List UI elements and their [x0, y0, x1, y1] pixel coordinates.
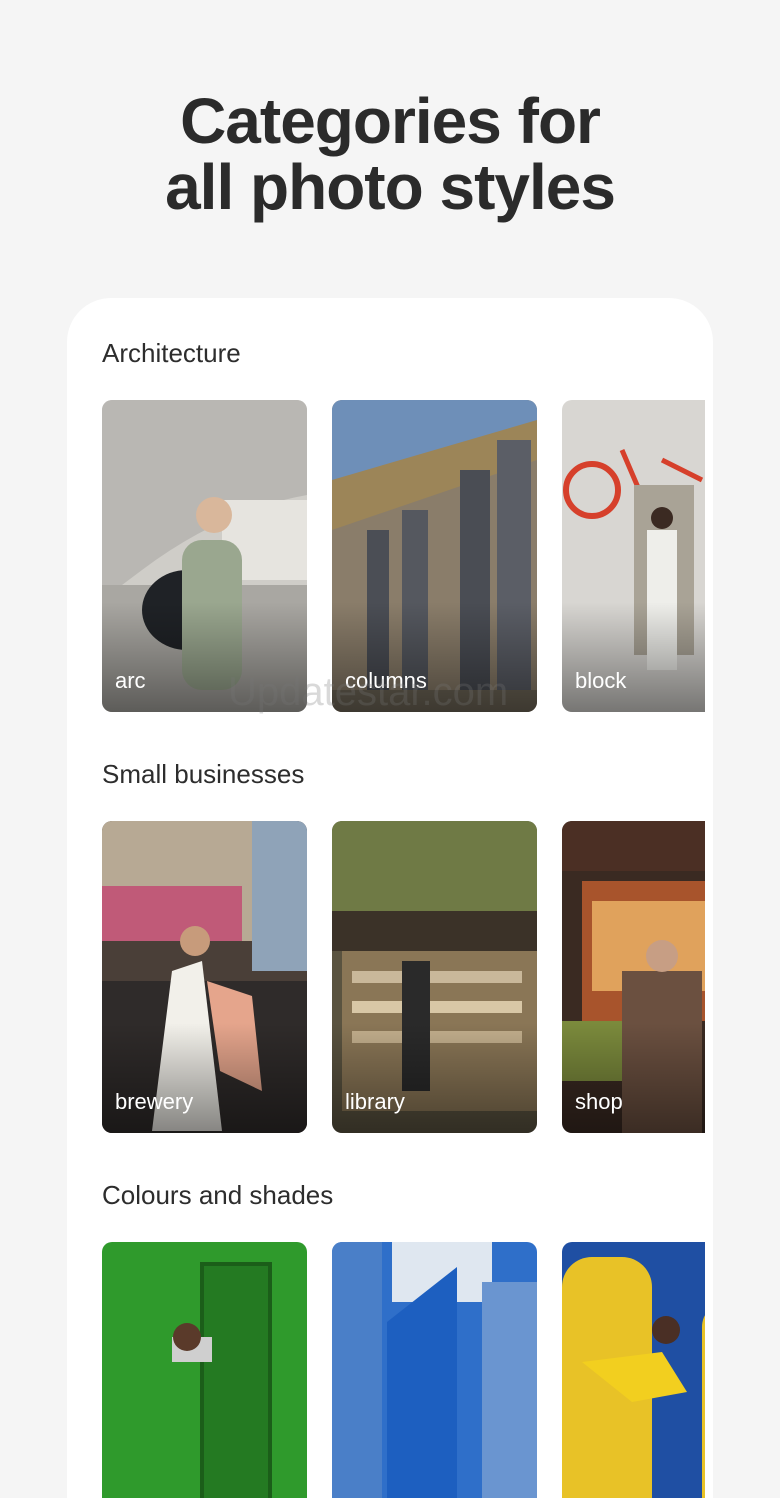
card-label-block: block: [575, 668, 627, 693]
page-headline: Categories for all photo styles: [0, 88, 780, 220]
headline-line-1: Categories for: [180, 85, 601, 157]
category-card-library[interactable]: library: [332, 821, 537, 1133]
category-card-columns[interactable]: columns: [332, 400, 537, 712]
category-card-arc[interactable]: arc: [102, 400, 307, 712]
card-shade: [562, 1023, 705, 1133]
carousel-architecture[interactable]: arc columns block: [102, 400, 705, 712]
carousel-colours-and-shades[interactable]: [102, 1242, 705, 1498]
carousel-small-businesses[interactable]: brewery library shop: [102, 821, 705, 1133]
category-card-colours-1[interactable]: [102, 1242, 307, 1498]
section-title-small-businesses: Small businesses: [102, 759, 305, 789]
card-shade: [332, 602, 537, 712]
photo-green-wall: [102, 1242, 307, 1498]
card-label-brewery: brewery: [115, 1089, 194, 1114]
section-title-colours-and-shades: Colours and shades: [102, 1180, 334, 1210]
category-card-colours-3[interactable]: [562, 1242, 705, 1498]
photo-yellow-tanks: [562, 1242, 705, 1498]
category-card-shop[interactable]: shop: [562, 821, 705, 1133]
photo-blue-building: [332, 1242, 537, 1498]
category-card-colours-2[interactable]: [332, 1242, 537, 1498]
card-shade: [332, 1023, 537, 1133]
card-shade: [102, 1023, 307, 1133]
card-shade: [102, 602, 307, 712]
card-shade: [562, 602, 705, 712]
category-card-block[interactable]: block: [562, 400, 705, 712]
card-label-columns: columns: [345, 668, 427, 693]
category-card-brewery[interactable]: brewery: [102, 821, 307, 1133]
card-label-shop: shop: [575, 1089, 623, 1114]
categories-panel: Architecture arc columns block Small bus…: [67, 298, 713, 1498]
card-label-library: library: [345, 1089, 405, 1114]
card-label-arc: arc: [115, 668, 146, 693]
section-title-architecture: Architecture: [102, 338, 241, 368]
headline-line-2: all photo styles: [165, 151, 616, 223]
